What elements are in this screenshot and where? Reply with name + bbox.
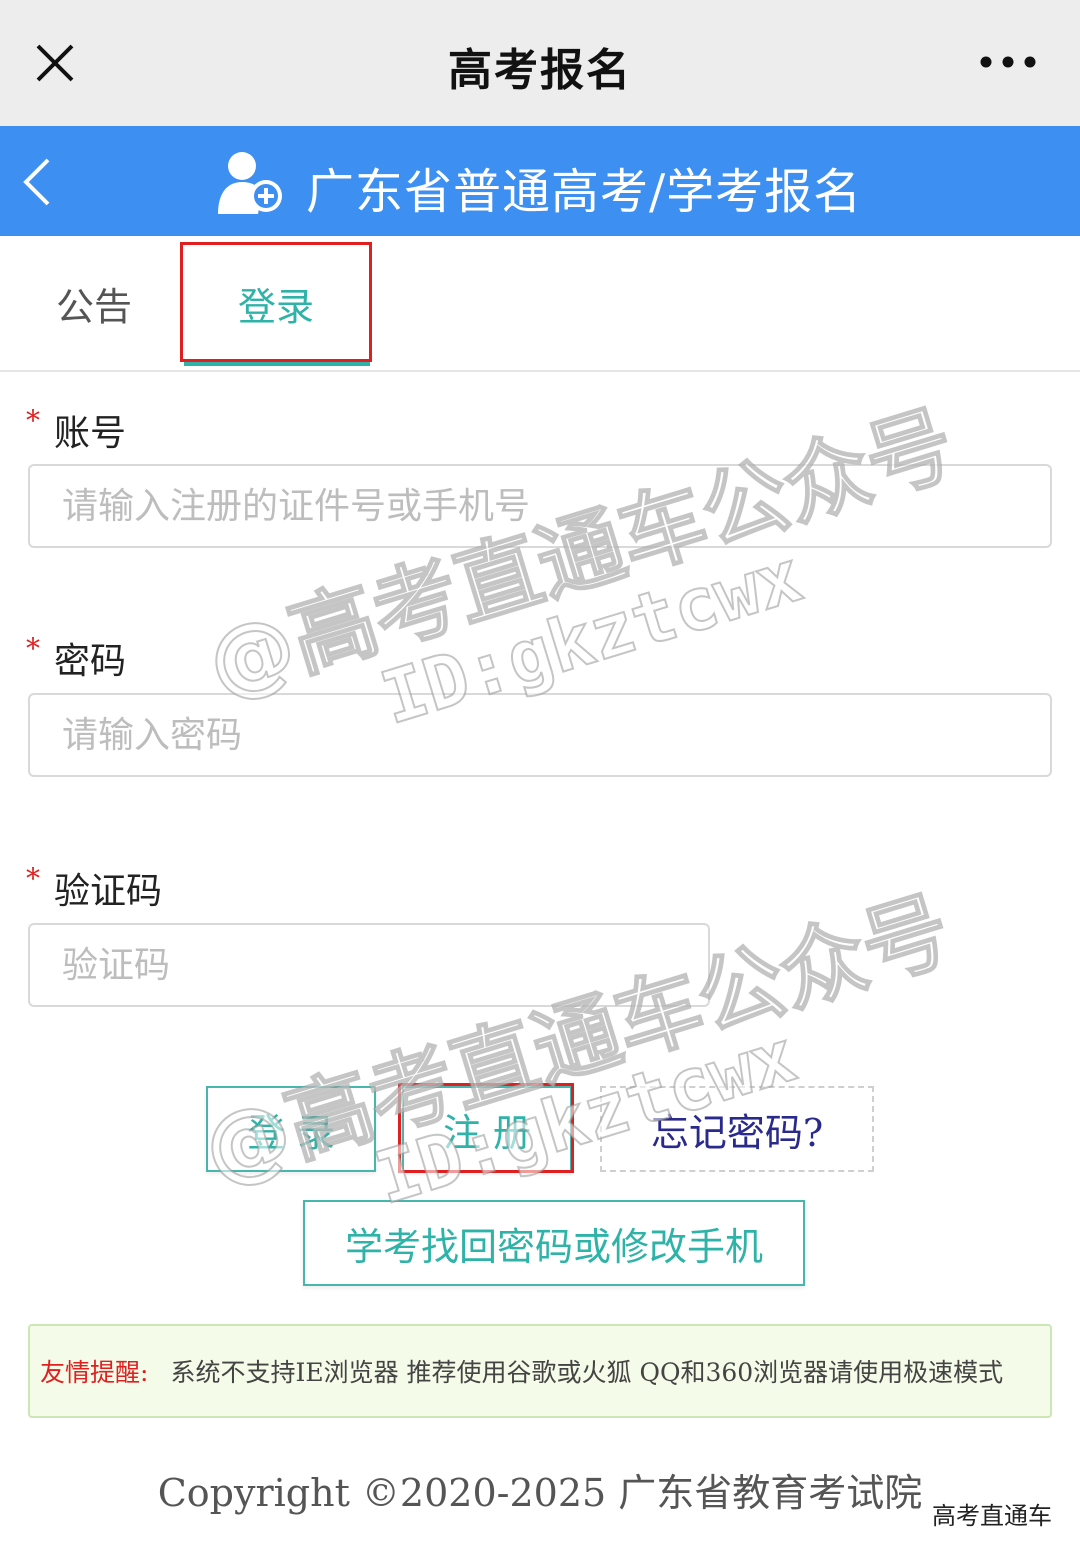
tab-notice[interactable]: 公告	[56, 276, 132, 331]
tip-text: 系统不支持IE浏览器 推荐使用谷歌或火狐 QQ和360浏览器请使用极速模式	[170, 1358, 1004, 1387]
forgot-password-button[interactable]: 忘记密码?	[600, 1086, 874, 1172]
user-add-icon	[218, 152, 282, 214]
wechat-title: 高考报名	[448, 45, 632, 96]
recover-password-button[interactable]: 学考找回密码或修改手机	[303, 1200, 805, 1286]
account-label-text: 账号	[54, 413, 127, 454]
corner-watermark: 高考直通车	[932, 1502, 1052, 1530]
browser-tip: 友情提醒: 系统不支持IE浏览器 推荐使用谷歌或火狐 QQ和360浏览器请使用极…	[28, 1324, 1052, 1418]
page-title: 广东省普通高考/学考报名	[306, 164, 863, 220]
copyright-text: Copyright ©2020-2025 广东省教育考试院	[157, 1471, 923, 1515]
captcha-label-text: 验证码	[54, 871, 163, 912]
back-arrow-icon[interactable]	[14, 154, 64, 210]
password-label: * 密码	[26, 632, 126, 684]
app-header: 广东省普通高考/学考报名	[0, 126, 1080, 236]
more-icon[interactable]	[980, 54, 1036, 70]
password-label-text: 密码	[54, 641, 127, 682]
captcha-input[interactable]	[28, 923, 710, 1007]
account-input[interactable]	[28, 464, 1052, 548]
login-button[interactable]: 登 录	[206, 1086, 376, 1172]
password-input[interactable]	[28, 693, 1052, 777]
tab-bar: 公告 登录	[0, 236, 1080, 372]
required-marker: *	[26, 632, 40, 665]
captcha-label: * 验证码	[26, 862, 162, 914]
highlight-box-login-tab	[180, 242, 372, 362]
wechat-top-bar: 高考报名	[0, 0, 1080, 126]
required-marker: *	[26, 862, 40, 895]
required-marker: *	[26, 404, 40, 437]
tip-label: 友情提醒:	[40, 1358, 149, 1387]
highlight-box-register	[398, 1083, 574, 1173]
account-label: * 账号	[26, 404, 126, 456]
